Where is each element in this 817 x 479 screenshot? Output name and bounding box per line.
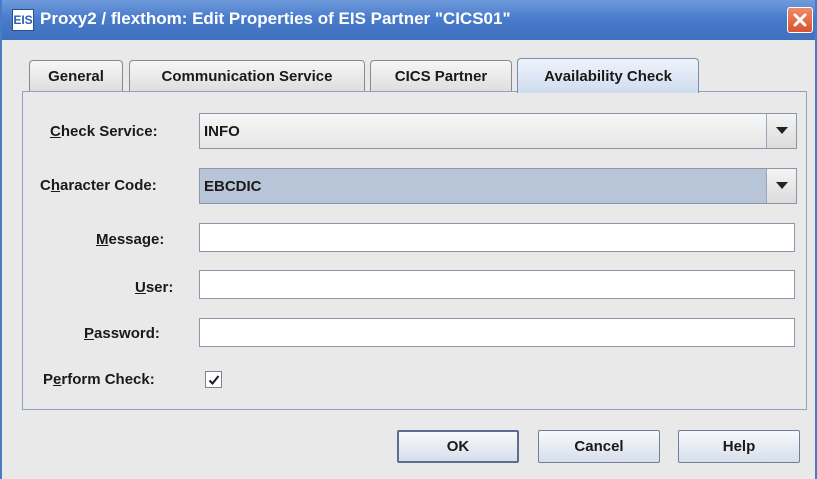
password-label: Password: [84,325,160,342]
check-service-label: Check Service: [50,123,158,140]
app-icon: EIS [12,9,34,31]
chevron-down-icon [775,182,788,189]
check-service-dropdown-arrow[interactable] [766,114,796,148]
tab-availability-check[interactable]: Availability Check [517,58,699,93]
tab-communication-service[interactable]: Communication Service [129,60,365,91]
user-label: User: [135,279,174,296]
close-button[interactable] [787,7,813,33]
tab-availability-check-label: Availability Check [544,67,672,85]
dialog-window: EIS Proxy2 / flexthom: Edit Properties o… [0,0,817,479]
title-bar[interactable]: EIS Proxy2 / flexthom: Edit Properties o… [2,0,815,40]
tab-general-label: General [48,67,104,85]
user-field[interactable] [199,270,795,299]
tab-cics-partner[interactable]: CICS Partner [370,60,512,91]
help-button-label: Help [722,438,756,455]
check-service-dropdown[interactable]: INFO [199,113,797,149]
ok-button-label: OK [446,438,470,455]
check-service-value: INFO [204,123,240,140]
perform-check-label: Perform Check: [43,371,155,388]
tab-cics-partner-label: CICS Partner [394,67,488,85]
message-field[interactable] [199,223,795,252]
perform-check-checkbox[interactable] [205,371,222,388]
message-label: Message: [96,231,165,248]
cancel-button-label: Cancel [574,438,624,455]
character-code-dropdown-arrow[interactable] [766,169,796,203]
tab-general[interactable]: General [29,60,123,91]
password-field[interactable] [199,318,795,347]
character-code-label: Character Code: [40,177,157,194]
window-title: Proxy2 / flexthom: Edit Properties of EI… [40,9,511,28]
chevron-down-icon [775,127,788,134]
tab-communication-service-label: Communication Service [161,67,333,85]
close-icon [793,13,807,27]
checkmark-icon [208,374,219,385]
character-code-dropdown[interactable]: EBCDIC [199,168,797,204]
character-code-value: EBCDIC [204,178,262,195]
cancel-button[interactable]: Cancel [538,430,660,463]
ok-button[interactable]: OK [397,430,519,463]
help-button[interactable]: Help [678,430,800,463]
